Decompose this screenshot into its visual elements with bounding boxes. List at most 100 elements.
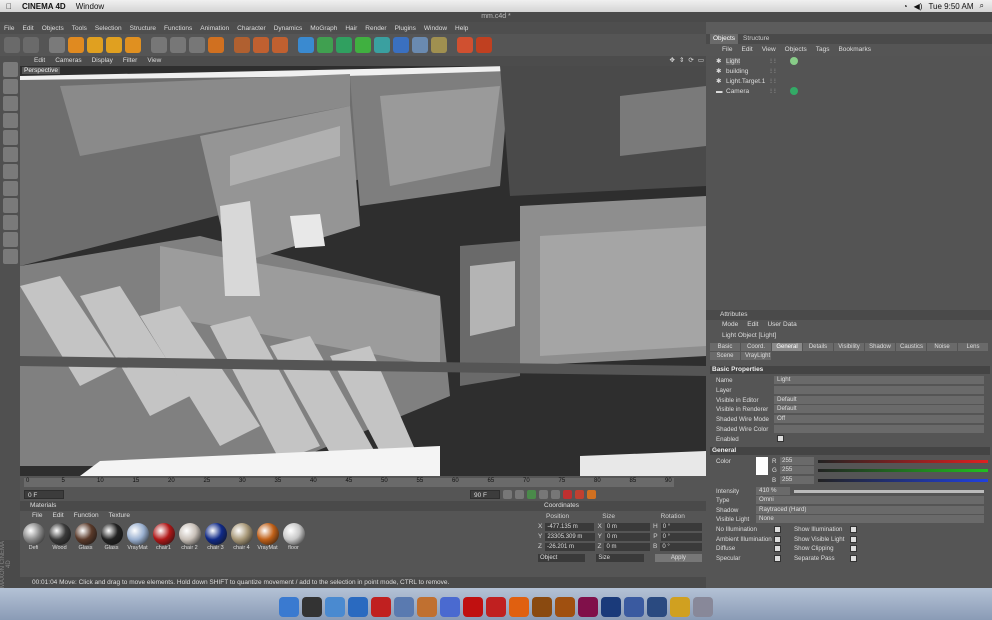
polygon-mode-icon[interactable]	[2, 181, 18, 196]
attr-menu-mode[interactable]: Mode	[722, 320, 738, 330]
object-row[interactable]: ✱ Light.Target.1 ⁝ ⁝	[706, 76, 992, 86]
record-button[interactable]	[563, 490, 572, 499]
snap-icon[interactable]	[2, 215, 18, 230]
object-name[interactable]: Camera	[726, 88, 749, 95]
zoom-icon[interactable]: ⇕	[679, 56, 684, 66]
attr-tab-vraylight[interactable]: VrayLight	[741, 352, 771, 360]
vp-menu-filter[interactable]: Filter	[123, 56, 137, 66]
object-row[interactable]: ✱ building ⁝ ⁝	[706, 66, 992, 76]
rgb-slider[interactable]	[818, 459, 988, 463]
world-axis-icon[interactable]	[125, 37, 141, 53]
visibility-dots[interactable]: ⁝ ⁝	[770, 57, 776, 65]
menu-mograph[interactable]: MoGraph	[310, 25, 337, 32]
dock-mail-icon[interactable]	[325, 597, 345, 617]
spotlight-icon[interactable]: ⌕	[980, 1, 984, 11]
dock-itunes-icon[interactable]	[440, 597, 460, 617]
attr-tab-caustics[interactable]: Caustics	[896, 343, 926, 351]
mat-menu-file[interactable]: File	[32, 511, 42, 521]
dock-bridge-icon[interactable]	[532, 597, 552, 617]
property-value-field[interactable]: Raytraced (Hard)	[756, 505, 984, 514]
tab-structure[interactable]: Structure	[740, 34, 772, 44]
attr-tab-basic[interactable]: Basic	[710, 343, 740, 351]
menu-hair[interactable]: Hair	[345, 25, 357, 32]
attr-tab-coord[interactable]: Coord.	[741, 343, 771, 351]
material-item[interactable]: VrayMat	[256, 523, 279, 551]
menu-objects[interactable]: Objects	[42, 25, 64, 32]
floor-icon[interactable]	[393, 37, 409, 53]
timeline-ruler[interactable]: 0 5 10 15 20 25 30 35 40 45 50 55 60 65 70 75 80 85 90	[24, 478, 674, 487]
menu-edit[interactable]: Edit	[22, 25, 33, 32]
undo-icon[interactable]	[4, 37, 20, 53]
play-button[interactable]	[527, 490, 536, 499]
menu-character[interactable]: Character	[237, 25, 266, 32]
autokey-button[interactable]	[575, 490, 584, 499]
menu-structure[interactable]: Structure	[130, 25, 156, 32]
checkbox-right[interactable]	[850, 545, 857, 553]
property-value-field[interactable]: None	[756, 515, 984, 524]
property-value-field[interactable]: Default	[774, 395, 984, 404]
coord-position-field[interactable]: -26.201 m	[544, 542, 595, 551]
menu-plugins[interactable]: Plugins	[395, 25, 416, 32]
nurbs-icon[interactable]	[317, 37, 333, 53]
intensity-slider[interactable]	[794, 489, 984, 493]
material-item[interactable]: chair1	[152, 523, 175, 551]
apple-icon[interactable]: 	[6, 2, 12, 11]
current-frame-field[interactable]: 0 F	[24, 490, 64, 499]
property-value-field[interactable]	[774, 385, 984, 394]
camera-icon[interactable]	[412, 37, 428, 53]
tag-icon[interactable]	[790, 87, 798, 95]
attr-tab-general[interactable]: General	[772, 343, 802, 351]
obj-menu-edit[interactable]: Edit	[741, 44, 752, 55]
property-value-field[interactable]	[774, 425, 984, 433]
checkbox-right[interactable]	[850, 554, 857, 562]
attr-tab-visibility[interactable]: Visibility	[834, 343, 864, 351]
obj-menu-tags[interactable]: Tags	[816, 44, 830, 55]
scale-icon[interactable]	[87, 37, 103, 53]
obj-menu-bookmarks[interactable]: Bookmarks	[838, 44, 871, 55]
dock-acrobat-icon[interactable]	[486, 597, 506, 617]
attr-menu-edit[interactable]: Edit	[747, 320, 758, 330]
render-picture-viewer-icon[interactable]	[253, 37, 269, 53]
attr-tab-noise[interactable]: Noise	[927, 343, 957, 351]
rgb-value-field[interactable]: 255	[780, 475, 814, 484]
dock-photoshop-icon[interactable]	[601, 597, 621, 617]
attr-tab-lens[interactable]: Lens	[958, 343, 988, 351]
rgb-value-field[interactable]: 255	[780, 456, 814, 465]
coord-mode-select[interactable]: Object	[538, 553, 586, 562]
material-item[interactable]: chair 2	[178, 523, 201, 551]
color-swatch[interactable]	[756, 456, 768, 475]
texture-mode-icon[interactable]	[2, 113, 18, 128]
mat-menu-texture[interactable]: Texture	[109, 511, 130, 521]
menu-selection[interactable]: Selection	[95, 25, 122, 32]
coord-size-field[interactable]: 0 m	[604, 532, 651, 541]
clock[interactable]: Tue 9:50 AM	[928, 2, 973, 11]
go-start-button[interactable]	[503, 490, 512, 499]
move-icon[interactable]	[68, 37, 84, 53]
property-value-field[interactable]: Omni	[756, 496, 984, 505]
menu-tools[interactable]: Tools	[72, 25, 87, 32]
vp-menu-cameras[interactable]: Cameras	[55, 56, 81, 66]
property-value-field[interactable]: Off	[774, 415, 984, 424]
menu-file[interactable]: File	[4, 25, 14, 32]
menu-render[interactable]: Render	[365, 25, 386, 32]
visibility-dots[interactable]: ⁝ ⁝	[770, 77, 776, 85]
obj-menu-objects[interactable]: Objects	[785, 44, 807, 55]
checkbox-left[interactable]	[774, 535, 781, 543]
deformer-icon[interactable]	[355, 37, 371, 53]
vp-menu-display[interactable]: Display	[92, 56, 113, 66]
dock-dashboard-icon[interactable]	[302, 597, 322, 617]
end-frame-field[interactable]: 90 F	[470, 490, 500, 499]
object-name[interactable]: Light.Target.1	[726, 78, 765, 85]
record-icon[interactable]	[476, 37, 492, 53]
obj-menu-view[interactable]: View	[762, 44, 776, 55]
menu-animation[interactable]: Animation	[200, 25, 229, 32]
render-view-icon[interactable]	[234, 37, 250, 53]
keyframe-button[interactable]	[587, 490, 596, 499]
rotate-icon[interactable]	[106, 37, 122, 53]
dock-trash-icon[interactable]	[693, 597, 713, 617]
apply-button[interactable]: Apply	[654, 553, 702, 562]
material-item[interactable]: Glass	[100, 523, 123, 551]
attr-tab-shadow[interactable]: Shadow	[865, 343, 895, 351]
coord-rotation-field[interactable]: 0 °	[660, 522, 702, 531]
dock-keyboard-icon[interactable]	[624, 597, 644, 617]
